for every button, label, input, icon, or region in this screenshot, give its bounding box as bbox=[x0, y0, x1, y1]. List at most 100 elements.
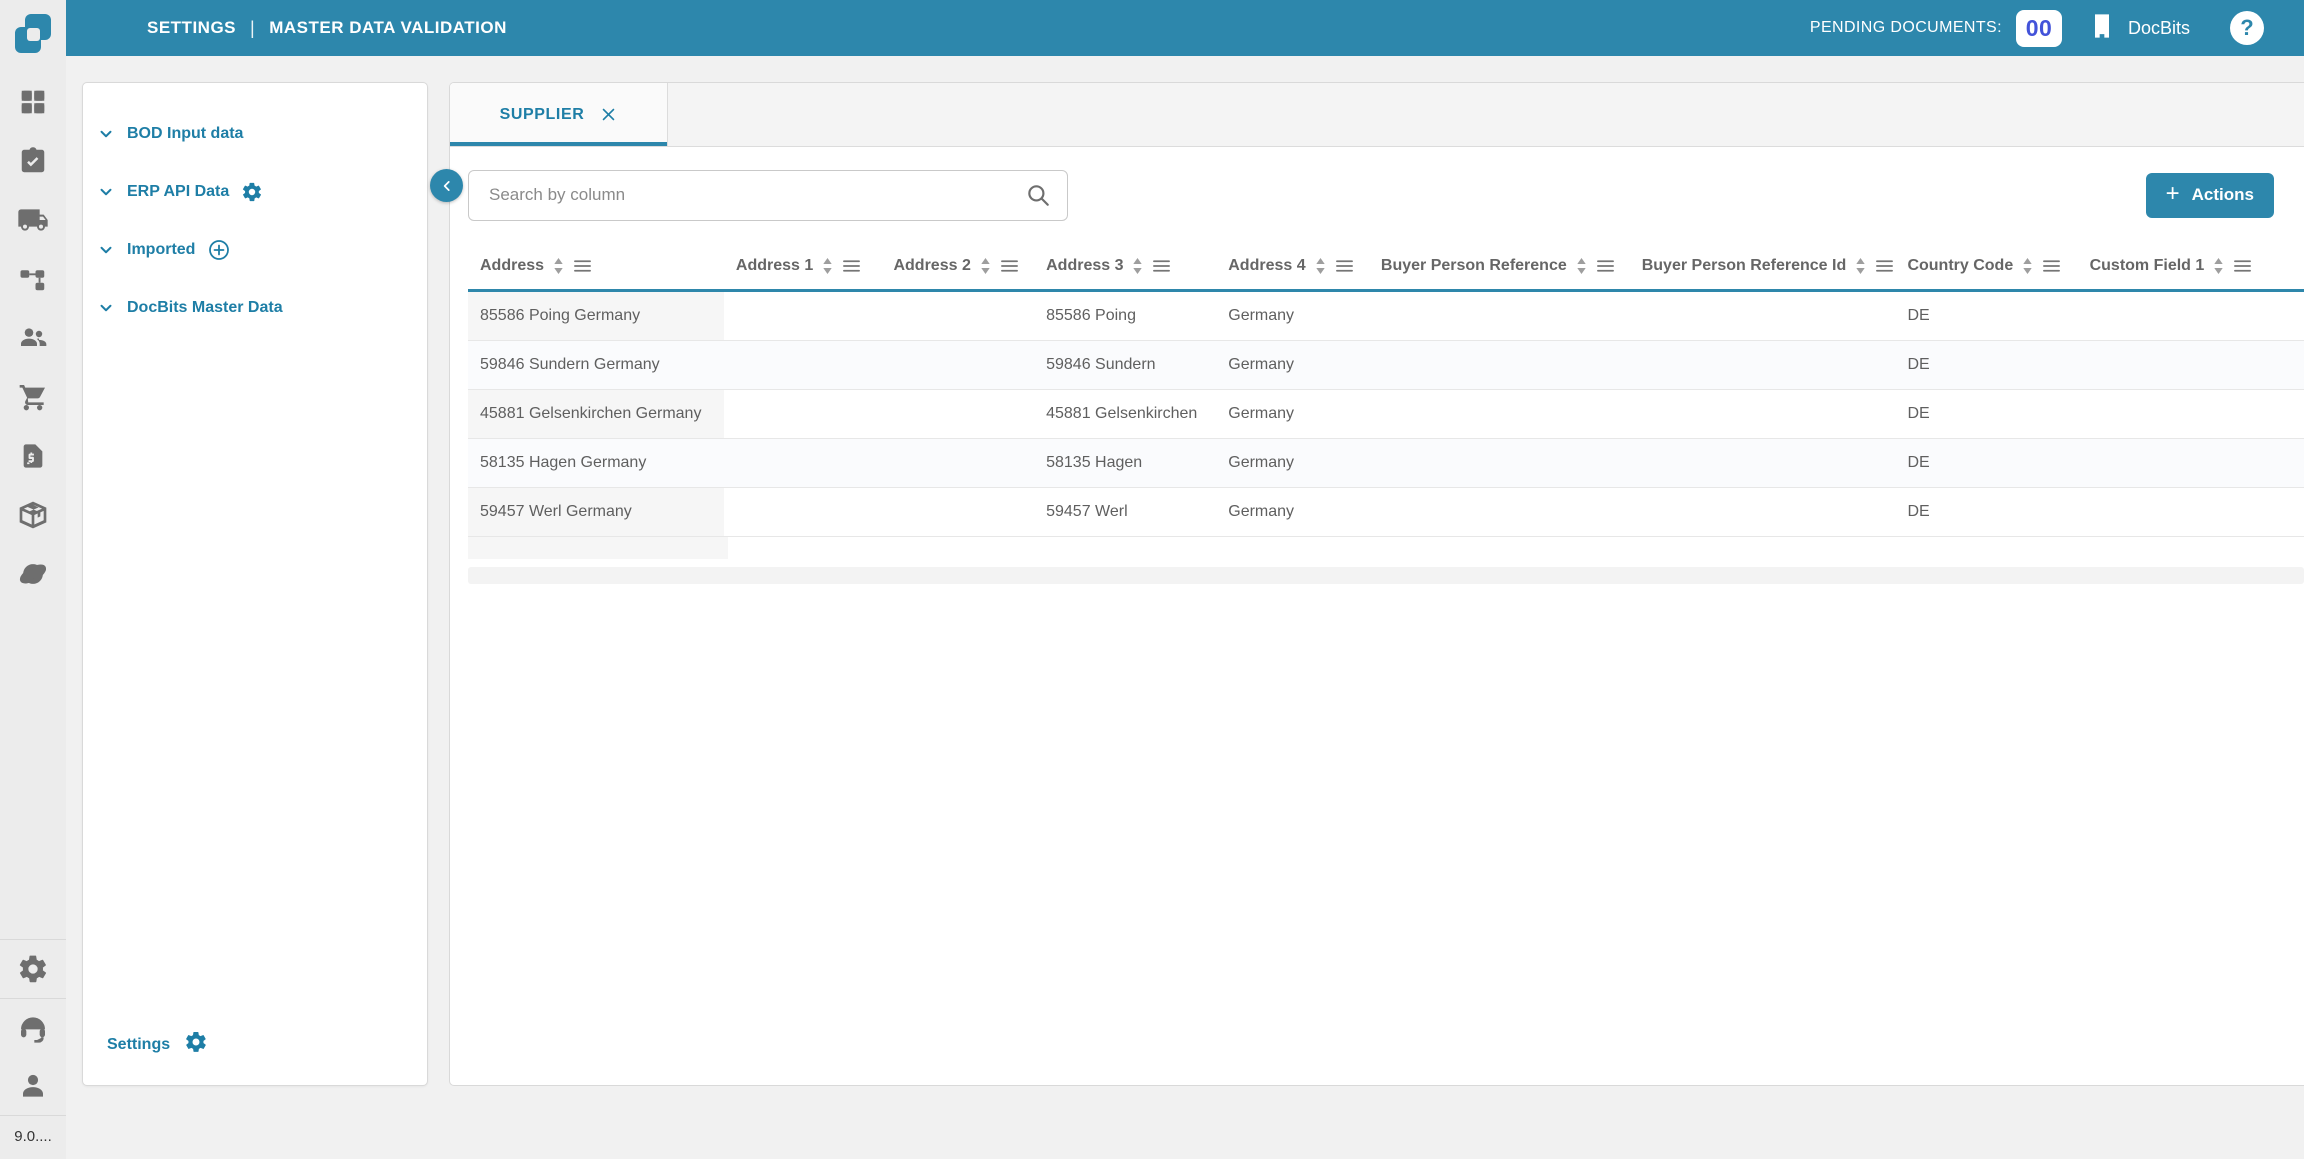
table-cell bbox=[881, 390, 1034, 438]
table-cell bbox=[2078, 292, 2304, 340]
invoice-icon[interactable] bbox=[17, 440, 49, 472]
table-cell: 85586 Poing Germany bbox=[468, 292, 724, 340]
column-header-address-4[interactable]: Address 4 bbox=[1216, 243, 1369, 289]
column-menu-icon[interactable] bbox=[573, 258, 592, 274]
column-header-custom-field-1[interactable]: Custom Field 1 bbox=[2078, 243, 2304, 289]
sidebar-item-label: BOD Input data bbox=[127, 125, 243, 143]
cart-icon[interactable] bbox=[17, 381, 49, 413]
column-menu-icon[interactable] bbox=[1152, 258, 1171, 274]
column-header-address[interactable]: Address bbox=[468, 243, 724, 289]
table-cell: DE bbox=[1895, 390, 2077, 438]
column-header-label: Custom Field 1 bbox=[2090, 257, 2205, 275]
sort-icon[interactable] bbox=[1575, 257, 1588, 275]
help-icon: ? bbox=[2240, 15, 2253, 41]
column-header-address-3[interactable]: Address 3 bbox=[1034, 243, 1216, 289]
tab-supplier[interactable]: SUPPLIER bbox=[450, 83, 668, 146]
chevron-down-icon bbox=[97, 183, 115, 201]
column-header-address-2[interactable]: Address 2 bbox=[881, 243, 1034, 289]
actions-button[interactable]: + Actions bbox=[2146, 173, 2274, 218]
sidebar-settings[interactable]: Settings bbox=[83, 1030, 427, 1085]
table-cell: Germany bbox=[1216, 292, 1369, 340]
users-icon[interactable] bbox=[17, 322, 49, 354]
column-header-buyer-person-reference-id[interactable]: Buyer Person Reference Id bbox=[1630, 243, 1896, 289]
column-header-address-1[interactable]: Address 1 bbox=[724, 243, 882, 289]
docbits-logo-icon[interactable] bbox=[10, 10, 56, 58]
column-header-buyer-person-reference[interactable]: Buyer Person Reference bbox=[1369, 243, 1630, 289]
column-header-label: Address bbox=[480, 257, 544, 275]
sidebar-item-docbits-master-data[interactable]: DocBits Master Data bbox=[97, 279, 427, 337]
sort-icon[interactable] bbox=[1314, 257, 1327, 275]
organization[interactable]: DocBits bbox=[2088, 12, 2190, 45]
package-icon[interactable] bbox=[17, 499, 49, 531]
table-row[interactable]: 59457 Werl Germany59457 WerlGermanyDE bbox=[468, 488, 2304, 537]
sort-icon[interactable] bbox=[1854, 257, 1867, 275]
plus-icon: + bbox=[2166, 182, 2180, 206]
table-header-row: Address Address 1Address 2Address 3Addres… bbox=[468, 243, 2304, 292]
pending-documents-label: PENDING DOCUMENTS: bbox=[1810, 19, 2002, 37]
support-headset-icon[interactable] bbox=[17, 1012, 49, 1044]
table-cell bbox=[881, 488, 1034, 536]
table-cell: 45881 Gelsenkirchen Germany bbox=[468, 390, 724, 438]
brand-name: DocBits bbox=[2128, 18, 2190, 39]
column-menu-icon[interactable] bbox=[2042, 258, 2061, 274]
column-header-country-code[interactable]: Country Code bbox=[1895, 243, 2077, 289]
profile-icon[interactable] bbox=[17, 1070, 49, 1102]
sidebar-collapse-button[interactable] bbox=[430, 169, 463, 202]
building-icon bbox=[2088, 12, 2116, 45]
active-tab-indicator bbox=[450, 142, 667, 146]
table-cell: DE bbox=[1895, 292, 2077, 340]
table-cell: DE bbox=[1895, 341, 2077, 389]
validation-clipboard-icon[interactable] bbox=[17, 145, 49, 177]
sort-icon[interactable] bbox=[821, 257, 834, 275]
table-cell bbox=[2078, 341, 2304, 389]
page-title: MASTER DATA VALIDATION bbox=[269, 18, 507, 38]
sidebar-item-label: Imported bbox=[127, 241, 195, 259]
erp-api-settings-gear-icon[interactable] bbox=[241, 181, 263, 203]
table-row[interactable]: 59846 Sundern Germany59846 SundernGerman… bbox=[468, 341, 2304, 390]
search-input[interactable] bbox=[489, 185, 1025, 205]
table-row[interactable]: 58135 Hagen Germany58135 HagenGermanyDE bbox=[468, 439, 2304, 488]
column-menu-icon[interactable] bbox=[2233, 258, 2252, 274]
table-cell: 45881 Gelsenkirchen bbox=[1034, 390, 1216, 438]
sort-icon[interactable] bbox=[979, 257, 992, 275]
sidebar-item-erp-api-data[interactable]: ERP API Data bbox=[97, 163, 427, 221]
table-cell: Germany bbox=[1216, 341, 1369, 389]
column-menu-icon[interactable] bbox=[1596, 258, 1615, 274]
column-menu-icon[interactable] bbox=[1875, 258, 1894, 274]
column-header-label: Country Code bbox=[1907, 257, 2013, 275]
sort-icon[interactable] bbox=[2212, 257, 2225, 275]
search-box bbox=[468, 170, 1068, 221]
column-menu-icon[interactable] bbox=[1000, 258, 1019, 274]
left-rail: 9.0.... bbox=[0, 0, 66, 1159]
table-cell bbox=[724, 292, 882, 340]
table-cell bbox=[1630, 292, 1896, 340]
help-button[interactable]: ? bbox=[2230, 11, 2264, 45]
network-orbit-icon[interactable] bbox=[17, 558, 49, 590]
settings-gear-icon[interactable] bbox=[17, 953, 49, 985]
table-row[interactable]: 85586 Poing Germany85586 PoingGermanyDE bbox=[468, 292, 2304, 341]
search-icon[interactable] bbox=[1025, 182, 1051, 208]
main-panel: SUPPLIER + Actions AddressAddress 1Addre… bbox=[449, 82, 2304, 1086]
sort-icon[interactable] bbox=[1131, 257, 1144, 275]
sort-icon[interactable] bbox=[552, 257, 565, 275]
dashboard-icon[interactable] bbox=[17, 86, 49, 118]
sidebar-item-imported[interactable]: Imported bbox=[97, 221, 427, 279]
sidebar-item-bod-input-data[interactable]: BOD Input data bbox=[97, 105, 427, 163]
horizontal-scrollbar[interactable] bbox=[468, 567, 2304, 584]
table-cell: DE bbox=[1895, 439, 2077, 487]
sort-icon[interactable] bbox=[2021, 257, 2034, 275]
breadcrumb-section[interactable]: SETTINGS bbox=[147, 18, 236, 38]
table-cell bbox=[724, 488, 882, 536]
table-cell: Germany bbox=[1216, 390, 1369, 438]
workflow-icon[interactable] bbox=[17, 263, 49, 295]
column-menu-icon[interactable] bbox=[842, 258, 861, 274]
sidebar-settings-gear-icon[interactable] bbox=[184, 1030, 208, 1059]
column-menu-icon[interactable] bbox=[1335, 258, 1354, 274]
shipping-truck-icon[interactable] bbox=[17, 204, 49, 236]
add-imported-plus-icon[interactable] bbox=[207, 238, 231, 262]
table-cell: 59846 Sundern bbox=[1034, 341, 1216, 389]
sidebar-item-label: ERP API Data bbox=[127, 183, 229, 201]
sidebar-settings-label: Settings bbox=[107, 1036, 170, 1054]
table-row[interactable]: 45881 Gelsenkirchen Germany 45881 Gelsenk… bbox=[468, 390, 2304, 439]
tab-close-icon[interactable] bbox=[600, 106, 617, 123]
